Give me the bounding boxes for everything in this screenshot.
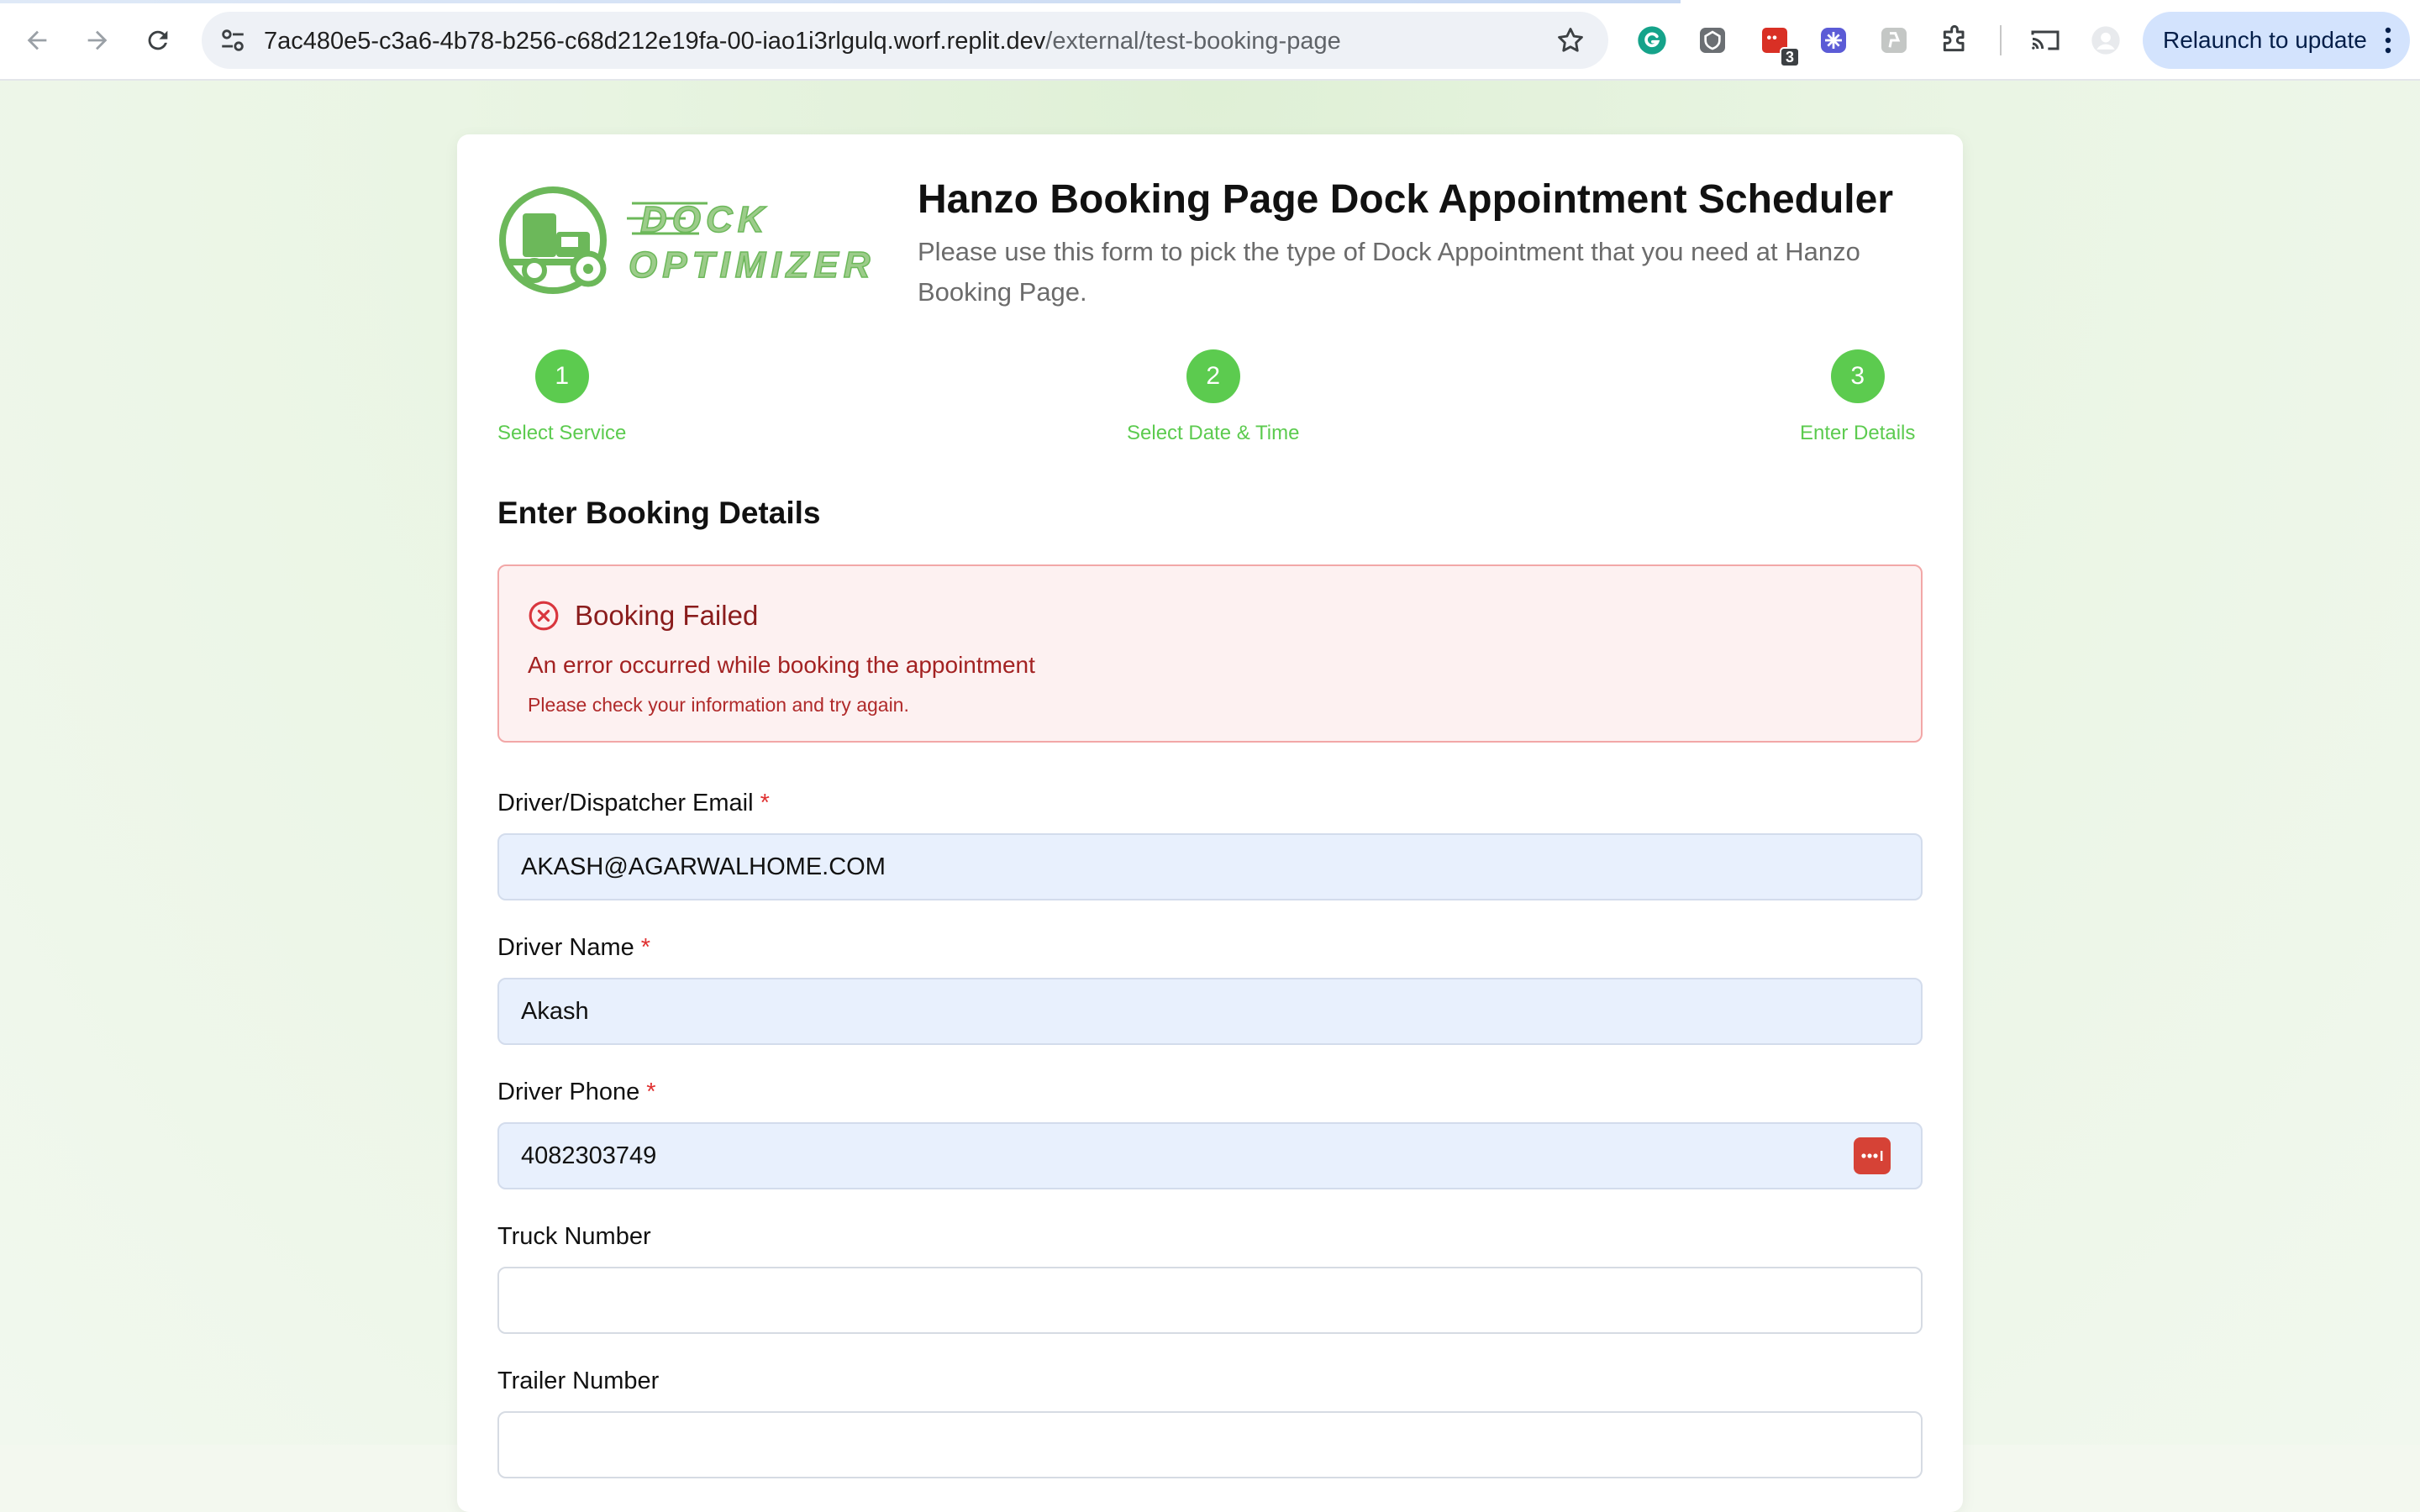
page-background: DOCK OPTIMIZER Hanzo Booking Page Dock A… xyxy=(0,81,2420,1512)
extensions-menu-button[interactable] xyxy=(1936,22,1973,59)
address-bar[interactable]: 7ac480e5-c3a6-4b78-b256-c68d212e19fa-00-… xyxy=(202,12,1608,69)
extension-button-b[interactable]: 3 xyxy=(1756,22,1800,67)
reload-icon xyxy=(148,30,168,50)
alert-title: Booking Failed xyxy=(575,600,759,631)
url-path: /external/test-booking-page xyxy=(1045,28,1341,55)
extension-button-d[interactable] xyxy=(1876,22,1912,59)
required-star: * xyxy=(640,934,651,961)
required-star: * xyxy=(646,1079,656,1105)
driver-phone-label: Driver Phone * xyxy=(497,1079,656,1106)
driver-phone-field[interactable] xyxy=(497,1122,1923,1189)
toolbar-divider xyxy=(2000,25,2002,55)
driver-name-field[interactable] xyxy=(497,978,1923,1045)
step-1-label: Select Service xyxy=(497,422,627,444)
step-3-circle: 3 xyxy=(1830,349,1885,403)
driver-name-label-text: Driver Name xyxy=(497,934,634,961)
grammarly-icon xyxy=(1638,26,1666,55)
step-select-date-time[interactable]: 2 Select Date & Time xyxy=(1127,349,1299,445)
url-text[interactable]: 7ac480e5-c3a6-4b78-b256-c68d212e19fa-00-… xyxy=(264,27,1341,55)
relaunch-label: Relaunch to update xyxy=(2163,27,2367,53)
section-title: Enter Booking Details xyxy=(497,496,821,530)
cast-button[interactable] xyxy=(2027,22,2064,59)
browser-toolbar: 7ac480e5-c3a6-4b78-b256-c68d212e19fa-00-… xyxy=(0,0,2420,81)
truck-number-field[interactable] xyxy=(497,1267,1923,1334)
email-field[interactable] xyxy=(497,833,1923,900)
cast-icon xyxy=(2031,30,2060,50)
dock-optimizer-logo: DOCK OPTIMIZER xyxy=(499,186,876,294)
purple-extension-icon xyxy=(1821,28,1846,53)
profile-avatar-icon xyxy=(2091,26,2120,55)
extension-button-a[interactable] xyxy=(1694,22,1731,59)
trailer-number-field[interactable] xyxy=(497,1411,1923,1478)
driver-name-label: Driver Name * xyxy=(497,934,650,962)
puzzle-icon xyxy=(1943,24,1965,52)
trailer-number-label: Trailer Number xyxy=(497,1368,660,1394)
bookmark-star-icon[interactable] xyxy=(1555,24,1586,56)
forward-button[interactable] xyxy=(77,20,118,60)
forward-arrow-icon xyxy=(87,30,108,50)
page-load-progress xyxy=(0,0,1681,3)
step-3-label: Enter Details xyxy=(1800,422,1916,444)
gray-extension-icon xyxy=(1881,28,1907,53)
url-host: 7ac480e5-c3a6-4b78-b256-c68d212e19fa-00-… xyxy=(264,28,1046,55)
step-select-service[interactable]: 1 Select Service xyxy=(497,349,626,445)
password-dots-icon xyxy=(1861,1151,1883,1161)
page-title: Hanzo Booking Page Dock Appointment Sche… xyxy=(918,177,1893,222)
required-star: * xyxy=(760,790,770,816)
profile-button[interactable] xyxy=(2087,22,2124,59)
reload-button[interactable] xyxy=(138,20,178,60)
truck-number-label: Truck Number xyxy=(497,1223,651,1250)
relaunch-button[interactable]: Relaunch to update xyxy=(2143,12,2410,69)
extension-button-c[interactable] xyxy=(1815,22,1852,59)
step-2-label: Select Date & Time xyxy=(1127,422,1300,444)
driver-phone-label-text: Driver Phone xyxy=(497,1079,640,1105)
password-manager-icon[interactable] xyxy=(1854,1137,1891,1174)
alert-hint: Please check your information and try ag… xyxy=(528,694,909,716)
extension-badge-count: 3 xyxy=(1780,47,1800,67)
booking-error-alert: Booking Failed An error occurred while b… xyxy=(497,564,1923,743)
more-vert-icon[interactable] xyxy=(2385,27,2391,54)
step-2-circle: 2 xyxy=(1186,349,1240,403)
step-enter-details[interactable]: 3 Enter Details xyxy=(1800,349,1915,445)
back-arrow-icon xyxy=(27,30,47,50)
page-description: Please use this form to pick the type of… xyxy=(918,237,1860,307)
email-label-text: Driver/Dispatcher Email xyxy=(497,790,754,816)
grammarly-extension[interactable] xyxy=(1634,22,1670,59)
site-info-icon[interactable] xyxy=(218,26,247,55)
alert-message: An error occurred while booking the appo… xyxy=(528,652,1035,678)
email-label: Driver/Dispatcher Email * xyxy=(497,790,770,817)
booking-card: DOCK OPTIMIZER Hanzo Booking Page Dock A… xyxy=(457,134,1963,1512)
logo-text-line1: DOCK xyxy=(640,199,770,240)
logo-text-line2: OPTIMIZER xyxy=(629,244,876,286)
booking-stepper: 1 Select Service 2 Select Date & Time 3 … xyxy=(457,349,1963,445)
step-1-circle: 1 xyxy=(534,349,589,403)
error-x-circle-icon xyxy=(529,601,559,631)
shield-extension-icon xyxy=(1700,28,1725,53)
back-button[interactable] xyxy=(17,20,57,60)
